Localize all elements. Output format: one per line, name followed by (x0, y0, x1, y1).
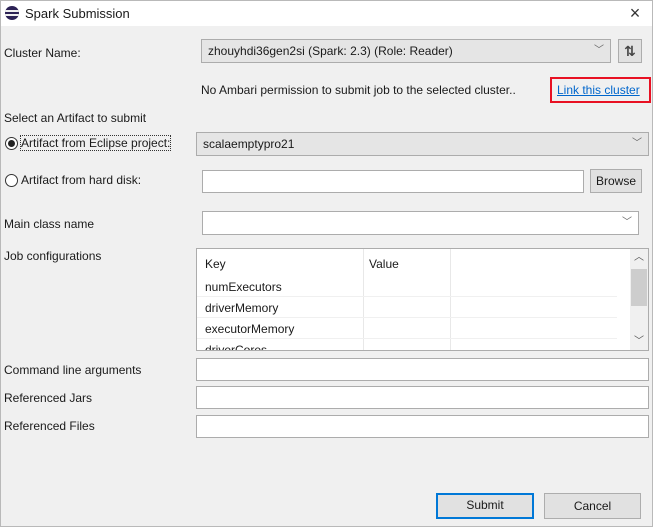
refresh-clusters-button[interactable]: ⇅ (618, 39, 642, 63)
main-class-select[interactable]: ﹀ (202, 211, 639, 235)
window-title: Spark Submission (25, 6, 130, 21)
referenced-jars-input[interactable] (196, 386, 649, 409)
job-config-label: Job configurations (4, 249, 102, 263)
link-this-cluster-link[interactable]: Link this cluster (557, 83, 640, 97)
table-row-key[interactable]: driverMemory (205, 301, 278, 315)
job-config-table[interactable]: Key Value numExecutors driverMemory exec… (196, 248, 649, 351)
submit-button[interactable]: Submit (436, 493, 534, 519)
eclipse-logo-icon (5, 6, 19, 20)
table-scrollbar[interactable]: ︿ ﹀ (630, 249, 648, 350)
referenced-files-label: Referenced Files (4, 419, 95, 433)
cmd-args-label: Command line arguments (4, 363, 142, 377)
eclipse-project-select[interactable]: scalaemptypro21 ﹀ (196, 132, 649, 156)
row-divider (197, 296, 617, 297)
table-row-key[interactable]: driverCores (205, 343, 267, 350)
eclipse-project-value: scalaemptypro21 (203, 137, 295, 151)
artifact-disk-label[interactable]: Artifact from hard disk: (21, 173, 141, 187)
column-header-key[interactable]: Key (205, 257, 226, 271)
table-row-key[interactable]: numExecutors (205, 280, 282, 294)
row-divider (197, 317, 617, 318)
scroll-down-icon[interactable]: ﹀ (630, 333, 648, 350)
column-divider (450, 249, 451, 350)
row-divider (197, 338, 617, 339)
artifact-eclipse-label[interactable]: Artifact from Eclipse project: (19, 135, 172, 151)
artifact-disk-input[interactable] (202, 170, 584, 193)
artifact-disk-radio[interactable] (5, 174, 18, 187)
artifact-eclipse-radio[interactable] (5, 137, 18, 150)
refresh-icon: ⇅ (624, 43, 636, 59)
cluster-name-label: Cluster Name: (4, 46, 81, 60)
cluster-select-value: zhouyhdi36gen2si (Spark: 2.3) (Role: Rea… (208, 44, 453, 58)
scroll-up-icon[interactable]: ︿ (630, 249, 648, 266)
column-header-value[interactable]: Value (369, 257, 399, 271)
artifact-section-label: Select an Artifact to submit (4, 111, 147, 125)
chevron-down-icon: ﹀ (632, 138, 642, 149)
chevron-down-icon: ﹀ (594, 45, 604, 56)
referenced-jars-label: Referenced Jars (4, 391, 93, 405)
cmd-args-input[interactable] (196, 358, 649, 381)
scroll-thumb[interactable] (631, 269, 647, 306)
title-bar: Spark Submission × (1, 1, 652, 26)
main-class-label: Main class name (4, 217, 95, 231)
table-row-key[interactable]: executorMemory (205, 322, 294, 336)
close-button[interactable]: × (624, 3, 646, 23)
cancel-button[interactable]: Cancel (544, 493, 641, 519)
permission-warning: No Ambari permission to submit job to th… (201, 83, 516, 97)
browse-button[interactable]: Browse (590, 169, 642, 193)
chevron-down-icon: ﹀ (622, 217, 632, 228)
spark-submission-dialog: Spark Submission × Cluster Name: zhouyhd… (0, 0, 653, 527)
cluster-select[interactable]: zhouyhdi36gen2si (Spark: 2.3) (Role: Rea… (201, 39, 611, 63)
referenced-files-input[interactable] (196, 415, 649, 438)
column-divider (363, 249, 364, 350)
